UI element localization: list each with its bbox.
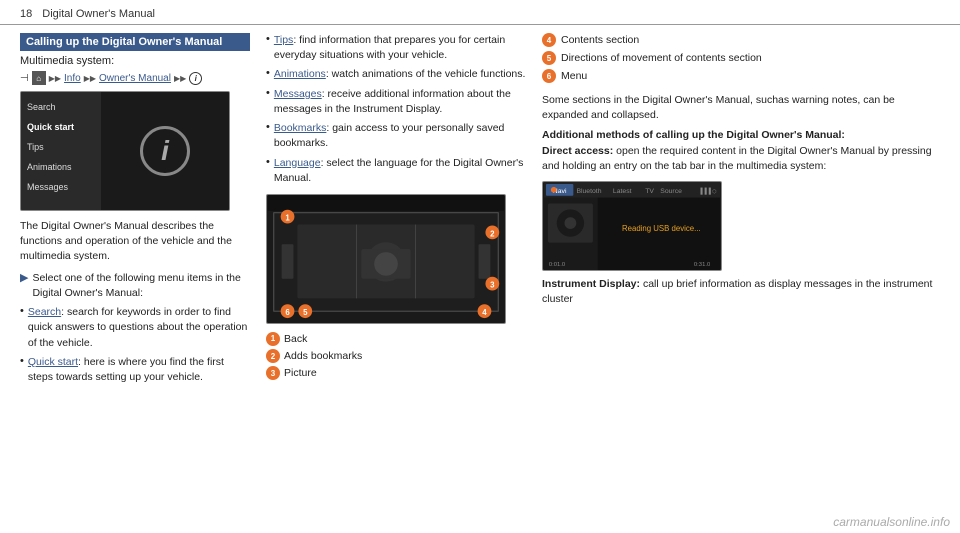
info-circle-icon: i	[140, 126, 190, 176]
content-area: Calling up the Digital Owner's Manual Mu…	[0, 25, 960, 526]
col-middle: • Tips: find information that prepares y…	[266, 33, 526, 518]
svg-text:1: 1	[285, 214, 290, 223]
numbered-6: 6 Menu	[542, 69, 940, 84]
bullet-lang-text: Language: select the language for the Di…	[274, 156, 526, 186]
bullet-search-text: Search: search for keywords in order to …	[28, 305, 250, 351]
svg-text:0:31.0: 0:31.0	[694, 262, 711, 268]
desc-text: The Digital Owner's Manual describes the…	[20, 219, 250, 265]
nav-path: ⊣ ⌂ ▶▶ Info ▶▶ Owner's Manual ▶▶ i	[20, 71, 250, 85]
legend-3: 3 Picture	[266, 366, 526, 381]
action-label: Select one of the following menu items i…	[32, 271, 250, 301]
instrument-image: Navi Bluetoth Latest TV Source ▌▌▌ ⬡ 0:0…	[542, 181, 722, 271]
legend-3-text: Picture	[284, 366, 317, 381]
action-item: ▶ Select one of the following menu items…	[20, 271, 250, 301]
svg-text:Reading USB device...: Reading USB device...	[622, 223, 701, 232]
bullet-animations: • Animations: watch animations of the ve…	[266, 67, 526, 82]
bullet-language: • Language: select the language for the …	[266, 156, 526, 186]
numbered-5: 5 Directions of movement of contents sec…	[542, 51, 940, 66]
nav-manual: Owner's Manual	[99, 73, 171, 84]
nav-info: Info	[64, 73, 81, 84]
bullet-tips-text: Tips: find information that prepares you…	[274, 33, 526, 63]
numbered-4: 4 Contents section	[542, 33, 940, 48]
diagram-legend: 1 Back 2 Adds bookmarks 3 Picture	[266, 332, 526, 382]
bullet-dot-lang: •	[266, 156, 270, 168]
bold-heading: Additional methods of calling up the Dig…	[542, 129, 940, 141]
nav-info-circle: i	[189, 72, 202, 85]
bullet-dot-bk: •	[266, 121, 270, 133]
bullet-tips: • Tips: find information that prepares y…	[266, 33, 526, 63]
bullet-dot-tips: •	[266, 33, 270, 45]
svg-text:3: 3	[490, 281, 495, 290]
svg-text:Bluetoth: Bluetoth	[576, 187, 601, 194]
numbered-list-right: 4 Contents section 5 Directions of movem…	[542, 33, 940, 85]
bullet-list-middle: • Tips: find information that prepares y…	[266, 33, 526, 186]
nav-arrow-2: ▶▶	[84, 74, 96, 83]
num-badge-6: 6	[542, 69, 556, 83]
svg-text:Source: Source	[660, 187, 682, 194]
menu-item-animations: Animations	[27, 160, 95, 174]
svg-text:⬡: ⬡	[712, 188, 716, 194]
diagram-svg: ⟳ 1 2 3 4 5	[267, 195, 505, 323]
nav-home-icon: ⌂	[32, 71, 46, 85]
bullet-search: • Search: search for keywords in order t…	[20, 305, 250, 351]
menu-item-quickstart: Quick start	[27, 120, 95, 134]
nav-arrow-3: ▶▶	[174, 74, 186, 83]
bullet-anim-text: Animations: watch animations of the vehi…	[274, 67, 526, 82]
svg-text:5: 5	[303, 308, 308, 317]
bullet-dot-anim: •	[266, 67, 270, 79]
bullet-dot: •	[20, 305, 24, 317]
num-6-text: Menu	[561, 69, 587, 84]
legend-2: 2 Adds bookmarks	[266, 349, 526, 364]
svg-text:Latest: Latest	[613, 187, 632, 194]
watermark: carmanualsonline.info	[833, 515, 950, 529]
bullet-bk-text: Bookmarks: gain access to your personall…	[274, 121, 526, 151]
num-5-text: Directions of movement of contents secti…	[561, 51, 762, 66]
nav-arrow-1: ▶▶	[49, 74, 61, 83]
device-menu: Search Quick start Tips Animations Messa…	[21, 92, 101, 210]
menu-item-search: Search	[27, 100, 95, 114]
svg-text:6: 6	[285, 308, 290, 317]
multimedia-label: Multimedia system:	[20, 55, 250, 67]
legend-2-text: Adds bookmarks	[284, 349, 362, 364]
bullet-msg-text: Messages: receive additional information…	[274, 87, 526, 117]
device-content: i	[101, 92, 229, 210]
bullet-dot-2: •	[20, 355, 24, 367]
col-right: 4 Contents section 5 Directions of movem…	[542, 33, 940, 518]
direct-access-para: Direct access: open the required content…	[542, 144, 940, 174]
instrument-caption-bold: Instrument Display:	[542, 278, 640, 290]
svg-text:0:01.0: 0:01.0	[549, 262, 566, 268]
num-badge-4: 4	[542, 33, 556, 47]
legend-badge-1: 1	[266, 332, 280, 346]
svg-text:4: 4	[482, 308, 487, 317]
bullet-bookmarks: • Bookmarks: gain access to your persona…	[266, 121, 526, 151]
svg-text:TV: TV	[645, 187, 654, 194]
svg-text:2: 2	[490, 229, 495, 238]
menu-item-messages: Messages	[27, 180, 95, 194]
instrument-svg: Navi Bluetoth Latest TV Source ▌▌▌ ⬡ 0:0…	[543, 182, 721, 270]
col-left: Calling up the Digital Owner's Manual Mu…	[20, 33, 250, 518]
action-arrow-icon: ▶	[20, 271, 28, 284]
num-badge-5: 5	[542, 51, 556, 65]
para-some: Some sections in the Digital Owner's Man…	[542, 93, 940, 123]
page-title: Digital Owner's Manual	[42, 8, 155, 20]
page-header: 18 Digital Owner's Manual	[0, 0, 960, 25]
legend-1: 1 Back	[266, 332, 526, 347]
legend-1-text: Back	[284, 332, 307, 347]
num-4-text: Contents section	[561, 33, 639, 48]
bullet-dot-msg: •	[266, 87, 270, 99]
instrument-caption: Instrument Display: call up brief inform…	[542, 277, 940, 307]
bullet-messages: • Messages: receive additional informati…	[266, 87, 526, 117]
bullet-quickstart-text: Quick start: here is where you find the …	[28, 355, 250, 385]
svg-text:▌▌▌: ▌▌▌	[700, 186, 712, 194]
section-heading: Calling up the Digital Owner's Manual	[20, 33, 250, 51]
page-number: 18	[20, 8, 32, 20]
legend-badge-3: 3	[266, 366, 280, 380]
diagram-image: ⟳ 1 2 3 4 5	[266, 194, 506, 324]
device-screenshot: Search Quick start Tips Animations Messa…	[20, 91, 230, 211]
bullet-quickstart: • Quick start: here is where you find th…	[20, 355, 250, 385]
nav-start-icon: ⊣	[20, 73, 29, 84]
legend-badge-2: 2	[266, 349, 280, 363]
menu-item-tips: Tips	[27, 140, 95, 154]
